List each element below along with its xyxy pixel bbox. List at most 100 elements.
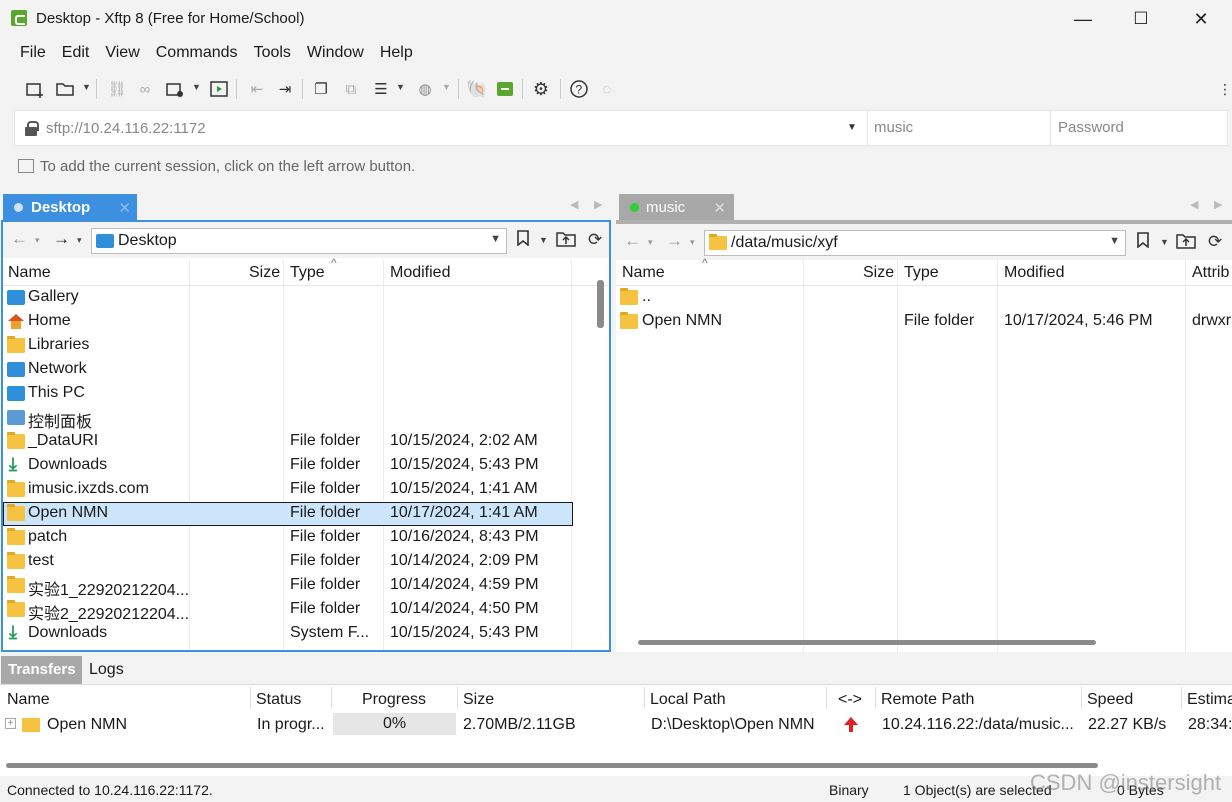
transfer-right-icon[interactable]: ⇥	[274, 78, 296, 100]
parent-folder-icon[interactable]	[1176, 232, 1196, 254]
column-direction[interactable]: <->	[838, 691, 862, 709]
tab-desktop[interactable]: Desktop ✕	[3, 194, 137, 222]
transfer-left-icon[interactable]: ⇤	[246, 78, 268, 100]
properties-dropdown-icon[interactable]: ▼	[192, 82, 201, 92]
maximize-button[interactable]: ☐	[1118, 0, 1164, 38]
new-session-icon[interactable]	[24, 78, 46, 100]
list-view-icon[interactable]: ☰	[370, 78, 392, 100]
copy-icon[interactable]: ❐	[310, 78, 332, 100]
duplicate-icon[interactable]: ⧉	[340, 78, 362, 100]
chat-icon[interactable]: ◌	[596, 78, 618, 100]
xftp-icon[interactable]	[494, 78, 516, 100]
table-row[interactable]: ..	[616, 286, 1232, 310]
back-arrow-icon[interactable]: ←	[11, 229, 28, 249]
vertical-scrollbar[interactable]	[597, 280, 604, 328]
help-icon[interactable]: ?	[568, 78, 590, 100]
tab-logs[interactable]: Logs	[89, 661, 124, 679]
table-row[interactable]: 实验1_22920212204... File folder 10/14/2024,…	[3, 574, 609, 599]
column-name[interactable]: Name	[622, 264, 665, 282]
back-dropdown-icon[interactable]: ▾	[35, 235, 40, 246]
table-row[interactable]: ⤓ Downloads File folder 10/15/2024, 5:43 PM	[3, 454, 609, 478]
column-modified[interactable]: Modified	[390, 264, 450, 282]
column-type[interactable]: Type	[904, 264, 939, 282]
bookmark-icon[interactable]	[1136, 232, 1150, 253]
expand-toggle[interactable]: +	[5, 718, 16, 729]
add-session-icon[interactable]	[18, 159, 34, 173]
path-dropdown-icon[interactable]: ▼	[1109, 235, 1120, 247]
list-item[interactable]: Gallery	[3, 286, 609, 310]
encoding-dropdown-icon[interactable]: ▼	[442, 82, 451, 92]
table-row[interactable]: _DataURI File folder 10/15/2024, 2:02 AM	[3, 430, 609, 454]
forward-dropdown-icon[interactable]: ▾	[77, 235, 82, 246]
table-row[interactable]: Open NMN File folder 10/17/2024, 5:46 PM dr…	[616, 310, 1232, 334]
host-address-input[interactable]: sftp://10.24.116.22:1172	[46, 120, 206, 137]
forward-arrow-icon[interactable]: →	[666, 231, 683, 251]
remote-path-field[interactable]: /data/music/xyf ▼	[704, 230, 1126, 256]
reconnect-icon[interactable]: ∞	[134, 78, 156, 100]
column-status[interactable]: Status	[256, 691, 301, 709]
bookmark-icon[interactable]	[516, 230, 530, 251]
tab-close-icon[interactable]: ✕	[118, 199, 131, 217]
menu-file[interactable]: File	[12, 40, 54, 66]
path-dropdown-icon[interactable]: ▼	[490, 233, 501, 245]
refresh-icon[interactable]: ⟳	[588, 230, 602, 250]
column-remote-path[interactable]: Remote Path	[881, 691, 974, 709]
table-row[interactable]: test File folder 10/14/2024, 2:09 PM	[3, 550, 609, 574]
tab-next-icon[interactable]: ▶	[1214, 198, 1222, 211]
bookmark-dropdown-icon[interactable]: ▼	[539, 235, 548, 245]
address-dropdown-icon[interactable]: ▼	[847, 122, 857, 133]
menu-tools[interactable]: Tools	[246, 40, 299, 66]
terminal-icon[interactable]	[208, 78, 230, 100]
column-name[interactable]: Name	[7, 691, 50, 709]
table-row[interactable]: 实验2_22920212204... File folder 10/14/2024,…	[3, 598, 609, 623]
local-path-field[interactable]: Desktop ▼	[91, 228, 507, 254]
column-size[interactable]: Size	[249, 264, 280, 282]
list-item[interactable]: Home	[3, 310, 609, 334]
list-item[interactable]: 控制面板	[3, 406, 609, 431]
minimize-button[interactable]: —	[1060, 0, 1106, 38]
column-size[interactable]: Size	[863, 264, 894, 282]
column-name[interactable]: Name	[8, 264, 51, 282]
column-type[interactable]: Type	[290, 264, 325, 282]
back-dropdown-icon[interactable]: ▾	[648, 237, 653, 248]
tab-next-icon[interactable]: ▶	[594, 198, 602, 211]
menu-view[interactable]: View	[97, 40, 147, 66]
column-estimate[interactable]: Estima	[1187, 691, 1232, 709]
settings-gear-icon[interactable]: ⚙	[530, 78, 552, 100]
open-dropdown-icon[interactable]: ▼	[82, 82, 91, 92]
username-field[interactable]: music	[867, 111, 1050, 145]
menu-edit[interactable]: Edit	[54, 40, 98, 66]
more-options-icon[interactable]: ⋮	[1214, 78, 1232, 100]
table-row-selected[interactable]: Open NMN File folder 10/17/2024, 1:41 AM	[3, 502, 573, 526]
column-size[interactable]: Size	[463, 691, 494, 709]
tab-close-icon[interactable]: ✕	[713, 199, 726, 217]
parent-folder-icon[interactable]	[556, 230, 576, 252]
horizontal-scrollbar[interactable]	[6, 763, 1098, 768]
forward-dropdown-icon[interactable]: ▾	[690, 237, 695, 248]
column-progress[interactable]: Progress	[362, 691, 426, 709]
password-field[interactable]: Password	[1050, 111, 1228, 145]
disconnect-icon[interactable]: ⛓	[106, 78, 128, 100]
list-item[interactable]: Network	[3, 358, 609, 382]
table-row[interactable]: ⤓ Downloads System F... 10/15/2024, 5:43 PM	[3, 622, 609, 646]
close-button[interactable]: ✕	[1178, 0, 1224, 38]
globe-icon[interactable]: ◍	[414, 78, 436, 100]
session-properties-icon[interactable]	[164, 78, 186, 100]
column-local-path[interactable]: Local Path	[650, 691, 726, 709]
forward-arrow-icon[interactable]: →	[53, 229, 70, 249]
column-speed[interactable]: Speed	[1087, 691, 1133, 709]
xshell-icon[interactable]: 🐚	[466, 78, 488, 100]
column-attrib[interactable]: Attrib	[1192, 264, 1229, 282]
table-row[interactable]: imusic.ixzds.com File folder 10/15/2024, 1…	[3, 478, 609, 502]
bookmark-dropdown-icon[interactable]: ▼	[1160, 237, 1169, 247]
column-modified[interactable]: Modified	[1004, 264, 1064, 282]
view-dropdown-icon[interactable]: ▼	[396, 82, 405, 92]
menu-commands[interactable]: Commands	[148, 40, 246, 66]
tab-transfers[interactable]: Transfers	[1, 656, 82, 684]
list-item[interactable]: Libraries	[3, 334, 609, 358]
refresh-icon[interactable]: ⟳	[1208, 232, 1222, 252]
tab-prev-icon[interactable]: ◀	[1190, 198, 1198, 211]
tab-music[interactable]: music ✕	[619, 194, 734, 222]
menu-help[interactable]: Help	[372, 40, 421, 66]
back-arrow-icon[interactable]: ←	[624, 231, 641, 251]
